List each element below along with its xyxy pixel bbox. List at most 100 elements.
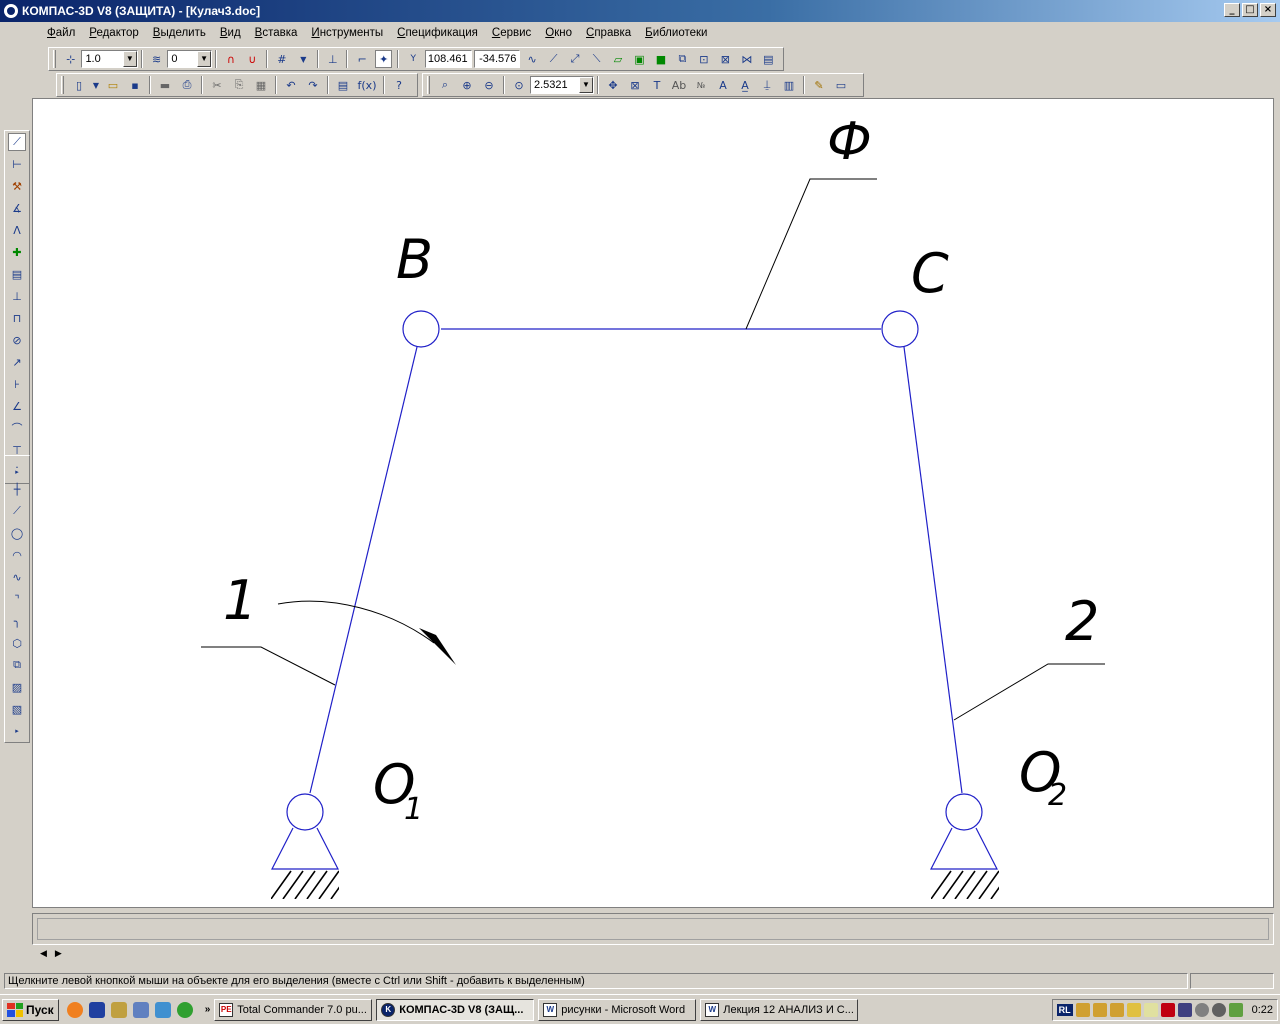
- tangent-icon[interactable]: ⟋: [545, 50, 562, 68]
- menu-help[interactable]: Справка: [579, 27, 638, 39]
- designations-tool-icon[interactable]: ∡: [8, 199, 26, 217]
- brush-icon[interactable]: ✎: [810, 76, 828, 94]
- fx-icon[interactable]: f(x): [356, 76, 378, 94]
- task-total-commander[interactable]: PE Total Commander 7.0 pu...: [214, 998, 373, 1021]
- reports-tool-icon[interactable]: ⊥: [8, 287, 26, 305]
- crank-link-1[interactable]: [309, 346, 418, 794]
- help-pointer-icon[interactable]: ?: [390, 76, 408, 94]
- parametrization-tool-icon[interactable]: ✚: [8, 243, 26, 261]
- select-frame-icon[interactable]: ▣: [631, 50, 648, 68]
- geometry-tool-icon[interactable]: ⟋: [8, 133, 26, 151]
- zoom-in-icon[interactable]: ⊕: [458, 76, 476, 94]
- text-style-icon[interactable]: Ab: [670, 76, 688, 94]
- magnet-snap-icon[interactable]: ∩: [222, 50, 239, 68]
- toolbar-grip[interactable]: [427, 76, 430, 94]
- transform-icon[interactable]: ⊠: [717, 50, 734, 68]
- fragment-icon[interactable]: ⊡: [695, 50, 712, 68]
- zoom-out-icon[interactable]: ⊖: [480, 76, 498, 94]
- menu-libraries[interactable]: Библиотеки: [638, 27, 714, 39]
- manager-icon[interactable]: ▤: [760, 50, 777, 68]
- open-folder-icon[interactable]: ▭: [104, 76, 122, 94]
- copy-props-icon[interactable]: ⧉: [674, 50, 691, 68]
- new-dropdown-icon[interactable]: ▼: [92, 76, 100, 94]
- tray-speaker-icon[interactable]: [1194, 1003, 1209, 1017]
- local-cs-icon[interactable]: ⊥: [324, 50, 341, 68]
- diameter-dim-icon[interactable]: ⊘: [8, 331, 26, 349]
- menu-file[interactable]: Файл: [40, 27, 82, 39]
- menu-service[interactable]: Сервис: [485, 27, 538, 39]
- menu-window[interactable]: Окно: [538, 27, 579, 39]
- tray-doc-icon[interactable]: [1143, 1003, 1158, 1017]
- underline-font-icon[interactable]: A̲: [736, 76, 754, 94]
- language-indicator[interactable]: RL: [1056, 1004, 1073, 1016]
- chevron-down-icon[interactable]: ▼: [579, 77, 593, 93]
- task-word-lecture[interactable]: W Лекция 12 АНАЛИЗ И С...: [700, 998, 859, 1021]
- undo-icon[interactable]: ↶: [282, 76, 300, 94]
- pan-icon[interactable]: ✥: [604, 76, 622, 94]
- magnet-local-snap-icon[interactable]: ∪: [244, 50, 261, 68]
- chevron-down-icon[interactable]: ▼: [197, 51, 212, 67]
- arc-icon[interactable]: ◠: [8, 546, 26, 564]
- task-kompas[interactable]: K КОМПАС-3D V8 (ЗАЩ...: [376, 998, 535, 1021]
- variables-icon[interactable]: ▤: [334, 76, 352, 94]
- minimize-button[interactable]: _: [1224, 3, 1240, 17]
- save-icon[interactable]: ▪: [126, 76, 144, 94]
- curve-icon[interactable]: ∿: [523, 50, 540, 68]
- polygon-icon[interactable]: ⬡: [8, 634, 26, 652]
- browser-icon[interactable]: [66, 1001, 83, 1018]
- rocker-link-2[interactable]: [903, 346, 963, 794]
- maximize-button[interactable]: □: [1242, 3, 1258, 17]
- linear-dim-icon[interactable]: ⊓: [8, 309, 26, 327]
- point-icon[interactable]: ·: [8, 458, 26, 476]
- tray-app-icon[interactable]: [1109, 1003, 1124, 1017]
- start-button[interactable]: Пуск: [2, 998, 59, 1021]
- equidistant-icon[interactable]: ▧: [8, 700, 26, 718]
- stamp-icon[interactable]: ⍊: [758, 76, 776, 94]
- menu-tools[interactable]: Инструменты: [304, 27, 390, 39]
- hatch-icon[interactable]: ▨: [8, 678, 26, 696]
- copy-icon[interactable]: ⎘: [230, 76, 248, 94]
- kaspersky-icon[interactable]: [1160, 1003, 1175, 1017]
- redo-icon[interactable]: ↷: [304, 76, 322, 94]
- radial-dim-icon[interactable]: ↗: [8, 353, 26, 371]
- zoom-combo[interactable]: 2.5321 ▼: [530, 76, 594, 94]
- notepad-icon[interactable]: [132, 1001, 149, 1018]
- joint-o2[interactable]: [945, 793, 983, 831]
- shape-icon[interactable]: ▱: [609, 50, 626, 68]
- dimensions-tool-icon[interactable]: ⊢: [8, 155, 26, 173]
- new-document-icon[interactable]: ▯: [70, 76, 88, 94]
- circle-icon[interactable]: ◯: [8, 524, 26, 542]
- ordinate-dim-icon[interactable]: ⊦: [8, 375, 26, 393]
- angular-dim-icon[interactable]: ∠: [8, 397, 26, 415]
- arc-dim-icon[interactable]: ⌒: [8, 419, 26, 437]
- paste-icon[interactable]: ▦: [252, 76, 270, 94]
- spline-icon[interactable]: ∿: [8, 568, 26, 586]
- step-combo[interactable]: 1.0 ▼: [81, 50, 138, 68]
- clover-icon[interactable]: [176, 1001, 193, 1018]
- menu-view[interactable]: Вид: [213, 27, 248, 39]
- ie-icon[interactable]: [154, 1001, 171, 1018]
- panel-nav-arrows[interactable]: ◀▶: [40, 948, 70, 959]
- tray-app-icon[interactable]: [1075, 1003, 1090, 1017]
- menu-specification[interactable]: Спецификация: [390, 27, 485, 39]
- fill-icon[interactable]: ■: [652, 50, 669, 68]
- tray-app-icon[interactable]: [1092, 1003, 1107, 1017]
- snap-step-icon[interactable]: ⊹: [62, 50, 79, 68]
- midpoint-icon[interactable]: ⤢: [566, 50, 583, 68]
- grid-dropdown-icon[interactable]: ▼: [295, 50, 312, 68]
- table-icon[interactable]: ▥: [780, 76, 798, 94]
- snap-mode-icon[interactable]: ✦: [374, 50, 393, 68]
- tray-mail-icon[interactable]: [1126, 1003, 1141, 1017]
- symmetry-icon[interactable]: ⋈: [738, 50, 755, 68]
- chevron-down-icon[interactable]: ▼: [122, 51, 137, 67]
- panel-expand-icon[interactable]: ▸: [8, 722, 26, 740]
- font-icon[interactable]: A: [714, 76, 732, 94]
- print-preview-icon[interactable]: ⎙: [178, 76, 196, 94]
- menu-insert[interactable]: Вставка: [248, 27, 305, 39]
- joint-o1[interactable]: [286, 793, 324, 831]
- task-word-risunki[interactable]: W рисунки - Microsoft Word: [538, 998, 697, 1021]
- zoom-window-icon[interactable]: ⌕: [436, 76, 454, 94]
- fillet-icon[interactable]: ╮: [8, 612, 26, 630]
- print-icon[interactable]: ▬: [156, 76, 174, 94]
- layer-combo[interactable]: 0 ▼: [167, 50, 213, 68]
